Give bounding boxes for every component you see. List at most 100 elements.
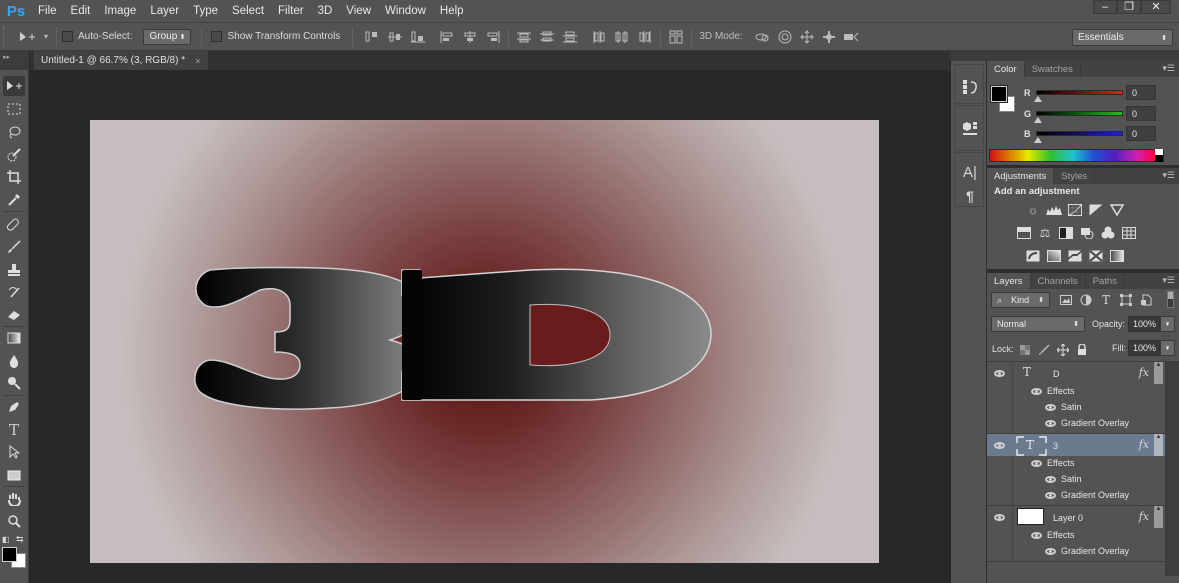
close-button[interactable]: ✕	[1141, 0, 1171, 14]
visibility-eye-icon[interactable]	[994, 442, 1005, 449]
layer-effects-row[interactable]: Effects	[987, 456, 1165, 472]
photo-filter-icon[interactable]	[1078, 225, 1096, 241]
toolbox-collapse-bar[interactable]: ▸▸	[0, 51, 29, 70]
lock-image-pixels-icon[interactable]	[1038, 342, 1050, 358]
3d-drag-icon[interactable]	[797, 27, 817, 47]
type-tool[interactable]: T	[3, 420, 25, 440]
layer-thumbnail[interactable]	[1017, 508, 1044, 525]
align-vertical-centers-icon[interactable]	[385, 27, 405, 47]
align-right-edges-icon[interactable]	[483, 27, 503, 47]
filter-type-layers-icon[interactable]: T	[1099, 292, 1113, 308]
close-document-icon[interactable]: ×	[195, 56, 200, 66]
quick-selection-tool[interactable]	[3, 145, 25, 165]
foreground-color-swatch[interactable]	[2, 547, 17, 562]
menu-image[interactable]: Image	[97, 5, 143, 17]
posterize-icon[interactable]	[1045, 248, 1063, 264]
marquee-tool[interactable]	[3, 99, 25, 119]
red-slider-track[interactable]	[1036, 90, 1123, 95]
effect-visibility-eye-icon[interactable]	[1045, 404, 1056, 411]
tab-swatches[interactable]: Swatches	[1025, 61, 1081, 77]
color-spectrum-bar[interactable]	[989, 149, 1164, 162]
auto-select-checkbox[interactable]	[62, 31, 73, 42]
filter-adjustment-layers-icon[interactable]	[1079, 292, 1093, 308]
tab-color[interactable]: Color	[987, 61, 1025, 77]
distribute-horizontal-centers-icon[interactable]	[612, 27, 632, 47]
menu-3d[interactable]: 3D	[311, 5, 340, 17]
dock-collapse-bar[interactable]	[950, 51, 1179, 61]
menu-edit[interactable]: Edit	[64, 5, 98, 17]
layer-filter-kind-select[interactable]: ⌕ Kind ⬍	[991, 292, 1050, 308]
effects-visibility-eye-icon[interactable]	[1031, 460, 1042, 467]
invert-icon[interactable]	[1024, 248, 1042, 264]
layer-filter-toggle[interactable]	[1167, 291, 1174, 308]
3d-scale-icon[interactable]	[841, 27, 861, 47]
menu-select[interactable]: Select	[225, 5, 271, 17]
menu-type[interactable]: Type	[186, 5, 225, 17]
3d-roll-icon[interactable]	[775, 27, 795, 47]
effects-visibility-eye-icon[interactable]	[1031, 532, 1042, 539]
tab-adjustments[interactable]: Adjustments	[987, 168, 1055, 184]
properties-3d-panel-icon[interactable]	[955, 116, 985, 140]
lock-transparent-pixels-icon[interactable]	[1019, 342, 1031, 358]
effect-row-satin[interactable]: Satin	[987, 472, 1165, 488]
gradient-map-icon[interactable]	[1108, 248, 1126, 264]
options-bar-grip[interactable]	[3, 26, 7, 47]
vibrance-icon[interactable]	[1108, 202, 1126, 218]
blue-value-input[interactable]: 0	[1126, 126, 1156, 141]
filter-smart-objects-icon[interactable]	[1139, 292, 1153, 308]
channel-mixer-icon[interactable]	[1099, 225, 1117, 241]
green-slider-thumb[interactable]	[1034, 117, 1042, 123]
collapse-effects-toggle[interactable]: ▲	[1154, 362, 1163, 384]
collapse-effects-toggle[interactable]: ▲	[1154, 434, 1163, 456]
restore-button[interactable]: ❐	[1117, 0, 1141, 14]
layer-row-3[interactable]: T 3 fx ▲	[987, 433, 1165, 456]
text-layer-thumbnail[interactable]: T	[1015, 435, 1047, 456]
move-tool[interactable]	[3, 76, 25, 96]
green-value-input[interactable]: 0	[1126, 106, 1156, 121]
blur-tool[interactable]	[3, 351, 25, 371]
effect-row-gradient-overlay[interactable]: Gradient Overlay	[987, 488, 1165, 504]
align-left-edges-icon[interactable]	[437, 27, 457, 47]
selective-color-icon[interactable]	[1087, 248, 1105, 264]
3d-orbit-icon[interactable]	[753, 27, 773, 47]
path-selection-tool[interactable]	[3, 442, 25, 462]
align-top-edges-icon[interactable]	[362, 27, 382, 47]
distribute-vertical-centers-icon[interactable]	[537, 27, 557, 47]
crop-tool[interactable]	[3, 167, 25, 187]
clone-stamp-tool[interactable]	[3, 260, 25, 280]
paragraph-panel-icon[interactable]: ¶	[955, 184, 985, 208]
tab-channels[interactable]: Channels	[1031, 273, 1086, 289]
history-brush-tool[interactable]	[3, 282, 25, 302]
move-tool-preset-icon[interactable]	[15, 27, 41, 47]
character-panel-icon[interactable]: A|	[955, 160, 985, 184]
effect-visibility-eye-icon[interactable]	[1045, 548, 1056, 555]
document-canvas[interactable]: 3D	[90, 120, 879, 563]
lock-position-icon[interactable]	[1057, 342, 1069, 358]
effect-visibility-eye-icon[interactable]	[1045, 420, 1056, 427]
tab-layers[interactable]: Layers	[987, 273, 1031, 289]
swap-colors-icon[interactable]: ⇆	[16, 534, 24, 545]
menu-view[interactable]: View	[339, 5, 378, 17]
blend-mode-select[interactable]: Normal ⬍	[991, 316, 1085, 332]
hand-tool[interactable]	[3, 489, 25, 509]
layer-effects-row[interactable]: Effects	[987, 528, 1165, 544]
gradient-tool[interactable]	[3, 328, 25, 348]
blue-slider-track[interactable]	[1036, 131, 1123, 136]
layer-row-layer-0[interactable]: Layer 0 fx ▲	[987, 505, 1165, 528]
distribute-bottom-icon[interactable]	[560, 27, 580, 47]
filter-shape-layers-icon[interactable]	[1119, 292, 1133, 308]
menu-file[interactable]: File	[31, 5, 64, 17]
effect-visibility-eye-icon[interactable]	[1045, 476, 1056, 483]
visibility-eye-icon[interactable]	[994, 370, 1005, 377]
eraser-tool[interactable]	[3, 305, 25, 325]
spectrum-black-white[interactable]	[1155, 149, 1163, 162]
red-slider-thumb[interactable]	[1034, 96, 1042, 102]
menu-help[interactable]: Help	[433, 5, 471, 17]
fill-input[interactable]: 100%	[1128, 340, 1160, 356]
opacity-input[interactable]: 100%	[1128, 316, 1160, 332]
menu-layer[interactable]: Layer	[143, 5, 186, 17]
effect-visibility-eye-icon[interactable]	[1045, 492, 1056, 499]
red-value-input[interactable]: 0	[1126, 85, 1156, 100]
show-transform-controls-checkbox[interactable]	[211, 31, 223, 42]
panel-menu-icon[interactable]: ▾☰	[1162, 170, 1175, 181]
